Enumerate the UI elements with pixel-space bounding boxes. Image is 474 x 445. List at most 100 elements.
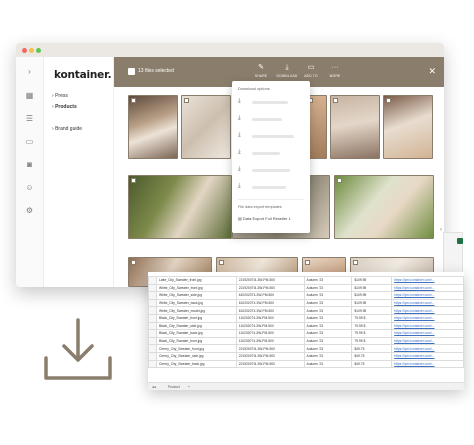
table-cell[interactable]: Autumn '23 <box>303 291 353 300</box>
table-cell[interactable]: https://ipm.kontainer.com/... <box>391 336 464 346</box>
table-cell[interactable]: Autumn '23 <box>303 329 353 338</box>
close-window-button[interactable] <box>22 48 27 53</box>
table-cell[interactable]: Cherry_City_Sweater_front.jpg <box>155 344 237 353</box>
export-template-option[interactable]: ▤ Data Export Full Reseller 1 <box>238 216 291 221</box>
table-cell[interactable]: Cherry_City_Sweater_back.jpg <box>155 359 237 369</box>
asset-checkbox[interactable] <box>131 260 136 265</box>
table-cell[interactable]: https://ipm.kontainer.com/... <box>391 298 464 308</box>
table-cell[interactable]: 2219200TI4-3W-PM-500 <box>235 344 305 353</box>
asset-checkbox[interactable] <box>333 98 338 103</box>
download-option[interactable]: ⤓ <box>238 132 306 141</box>
maximize-window-button[interactable] <box>36 48 41 53</box>
camera-icon[interactable]: ◙ <box>25 160 34 169</box>
table-cell[interactable]: $109.95 <box>351 298 393 308</box>
download-option[interactable]: ⤓ <box>238 98 306 107</box>
table-cell[interactable]: Autumn '23 <box>303 336 353 346</box>
table-cell[interactable]: Autumn '23 <box>303 298 353 308</box>
table-cell[interactable]: https://ipm.kontainer.com/... <box>391 313 464 323</box>
table-cell[interactable]: Autumn '23 <box>303 313 353 323</box>
download-button[interactable]: ⤓ DOWNLOAD <box>274 63 300 78</box>
sheet-tab-product[interactable]: Product <box>168 385 180 389</box>
table-cell[interactable]: https://ipm.kontainer.com/... <box>391 359 464 369</box>
table-cell[interactable]: https://ipm.kontainer.com/... <box>391 344 464 353</box>
asset-checkbox[interactable] <box>305 260 310 265</box>
table-cell[interactable]: Autumn '23 <box>303 359 353 369</box>
table-cell[interactable]: 1102020T4-3W-PM-500 <box>235 329 305 338</box>
table-cell[interactable]: $109.95 <box>351 306 393 315</box>
table-row[interactable]: Black_City_Sweater_front.jpg 1102020T4-3W… <box>148 313 464 323</box>
table-cell[interactable]: 6102020T4-3W-PM-500 <box>235 306 305 315</box>
table-cell[interactable]: https://ipm.kontainer.com/... <box>391 283 464 293</box>
asset-checkbox[interactable] <box>131 178 136 183</box>
table-cell[interactable]: $109.95 <box>351 283 393 293</box>
asset-checkbox[interactable] <box>386 98 391 103</box>
user-icon[interactable]: ☺ <box>25 183 34 192</box>
table-cell[interactable]: 79.95 $ <box>351 313 393 323</box>
table-cell[interactable]: 79.95 $ <box>351 321 393 331</box>
table-cell[interactable]: https://ipm.kontainer.com/... <box>391 276 464 285</box>
table-row[interactable]: Latte_City_Sweater_front.jpg 2219200TI4-3… <box>148 276 464 285</box>
table-cell[interactable]: 1102020T4-3W-PM-500 <box>235 313 305 323</box>
table-cell[interactable]: https://ipm.kontainer.com/... <box>391 306 464 315</box>
more-button[interactable]: ··· MORE <box>322 63 348 78</box>
table-cell[interactable]: White_City_Sweater_model.jpg <box>155 306 237 315</box>
asset-checkbox[interactable] <box>219 260 224 265</box>
download-option[interactable]: ⤓ <box>238 183 306 192</box>
table-cell[interactable]: 2219200TI4-3W-PM-500 <box>235 283 305 293</box>
table-cell[interactable]: https://ipm.kontainer.com/... <box>391 291 464 300</box>
table-cell[interactable]: $49.75 <box>351 351 393 361</box>
asset-thumbnail[interactable] <box>128 175 232 239</box>
table-cell[interactable]: 6102020T4-3W-PM-500 <box>235 291 305 300</box>
asset-checkbox[interactable] <box>337 178 342 183</box>
sheet-nav-icon[interactable]: ◂ ▸ <box>152 385 156 389</box>
table-cell[interactable]: 79.95 $ <box>351 329 393 338</box>
asset-thumbnail[interactable] <box>128 95 178 159</box>
table-cell[interactable]: $49.75 <box>351 359 393 369</box>
asset-checkbox[interactable] <box>131 98 136 103</box>
table-cell[interactable]: White_City_Sweater_back.jpg <box>155 298 237 308</box>
asset-checkbox[interactable] <box>184 98 189 103</box>
table-row[interactable]: Black_City_Sweater_side.jpg 1102020T4-3W-… <box>148 321 464 331</box>
add-to-button[interactable]: ▭ ADD TO <box>298 63 324 78</box>
close-icon[interactable]: ✕ <box>428 66 436 77</box>
table-cell[interactable]: Latte_City_Sweater_front.jpg <box>155 276 237 285</box>
table-cell[interactable]: 2219200TI4-3W-PM-500 <box>235 351 305 361</box>
table-cell[interactable]: $49.75 <box>351 344 393 353</box>
nav-item-press[interactable]: › Press <box>52 93 68 99</box>
asset-checkbox[interactable] <box>353 260 358 265</box>
table-row[interactable]: Black_City_Sweater_back.jpg 1102020T4-3W-… <box>148 329 464 338</box>
table-cell[interactable]: $109.95 <box>351 291 393 300</box>
minimize-window-button[interactable] <box>29 48 34 53</box>
grid-icon[interactable]: ▦ <box>25 91 34 100</box>
table-cell[interactable]: Black_City_Sweater_front.jpg <box>155 313 237 323</box>
table-cell[interactable]: Autumn '23 <box>303 321 353 331</box>
table-cell[interactable]: $109.95 <box>351 276 393 285</box>
download-option[interactable]: ⤓ <box>238 166 306 175</box>
table-cell[interactable]: 1102020T4-3W-PM-500 <box>235 336 305 346</box>
table-cell[interactable]: https://ipm.kontainer.com/... <box>391 321 464 331</box>
settings-icon[interactable]: ⚙ <box>25 206 34 215</box>
table-cell[interactable]: Autumn '23 <box>303 351 353 361</box>
table-row[interactable]: White_City_Sweater_front.jpg 2219200TI4-3… <box>148 283 464 293</box>
table-cell[interactable]: 1102020T4-3W-PM-500 <box>235 321 305 331</box>
download-option[interactable]: ⤓ <box>238 149 306 158</box>
add-sheet-icon[interactable]: + <box>188 385 190 389</box>
asset-thumbnail[interactable] <box>181 95 231 159</box>
message-icon[interactable]: ▭ <box>25 137 34 146</box>
asset-thumbnail[interactable] <box>383 95 433 159</box>
table-cell[interactable]: Cherry_City_Sweater_side.jpg <box>155 351 237 361</box>
table-row[interactable]: Cherry_City_Sweater_front.jpg 2219200TI4-… <box>148 344 464 353</box>
table-cell[interactable]: 2219200TI4-3W-PM-500 <box>235 276 305 285</box>
table-cell[interactable]: 2219200TI4-3W-PM-500 <box>235 359 305 369</box>
table-cell[interactable]: Autumn '23 <box>303 306 353 315</box>
table-row[interactable]: White_City_Sweater_model.jpg 6102020T4-3W… <box>148 306 464 315</box>
list-icon[interactable]: ☰ <box>25 114 34 123</box>
table-cell[interactable]: White_City_Sweater_side.jpg <box>155 291 237 300</box>
table-cell[interactable]: Autumn '23 <box>303 344 353 353</box>
share-button[interactable]: ✎ SHARE <box>248 63 274 78</box>
asset-thumbnail[interactable] <box>334 175 434 239</box>
table-cell[interactable]: 6102020T4-3W-PM-500 <box>235 298 305 308</box>
download-option[interactable]: ⤓ <box>238 115 306 124</box>
nav-item-products[interactable]: › Products <box>52 104 77 110</box>
table-cell[interactable]: https://ipm.kontainer.com/... <box>391 351 464 361</box>
